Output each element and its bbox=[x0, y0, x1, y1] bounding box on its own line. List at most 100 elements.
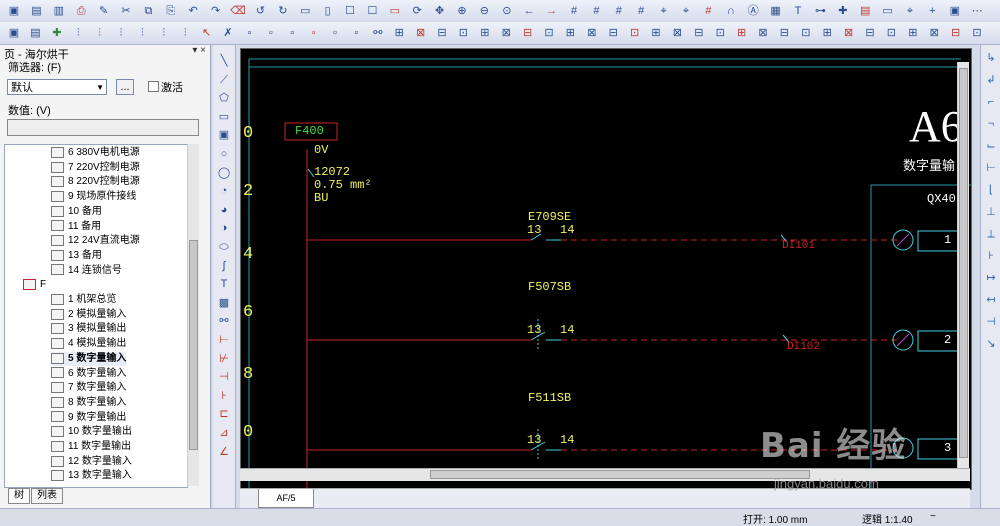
sym24-icon[interactable]: ⊡ bbox=[883, 25, 899, 41]
polygon-tool-icon[interactable]: ⬠ bbox=[216, 90, 232, 106]
text-icon[interactable]: T bbox=[790, 3, 806, 19]
connection-tool-8-icon[interactable]: ⟂ bbox=[984, 227, 998, 241]
connection-tool-9-icon[interactable]: ⊦ bbox=[984, 249, 998, 263]
tree-item[interactable]: 5 数字量输入 bbox=[51, 351, 127, 366]
tree-scrollbar[interactable] bbox=[187, 144, 199, 486]
connection-tool-11-icon[interactable]: ↤ bbox=[984, 293, 998, 307]
sym3-icon[interactable]: ⊟ bbox=[434, 25, 450, 41]
dim2-tool-icon[interactable]: ⊬ bbox=[216, 351, 232, 367]
paste-icon[interactable]: ⎘ bbox=[163, 3, 179, 19]
sym25-icon[interactable]: ⊞ bbox=[905, 25, 921, 41]
tree-item[interactable]: 13 备用 bbox=[51, 249, 102, 263]
value-field[interactable] bbox=[7, 119, 199, 136]
screen-icon[interactable]: ▭ bbox=[387, 3, 403, 19]
tab-tree[interactable]: 树 bbox=[8, 488, 30, 504]
tree-item[interactable]: 12 数字量输入 bbox=[51, 455, 132, 469]
arc3-tool-icon[interactable]: ◑ bbox=[216, 220, 232, 236]
link-icon[interactable]: ⚯ bbox=[370, 25, 386, 41]
tree-scroll-thumb[interactable] bbox=[189, 240, 198, 450]
page-paste-icon[interactable]: ▫ bbox=[284, 25, 300, 41]
delete-icon[interactable]: ✗ bbox=[220, 25, 236, 41]
wire-icon[interactable]: ⊶ bbox=[812, 3, 828, 19]
tree-item[interactable]: 6 380V电机电源 bbox=[51, 146, 140, 160]
select-icon[interactable]: ▣ bbox=[947, 3, 963, 19]
box-icon[interactable]: ▭ bbox=[880, 3, 896, 19]
sym8-icon[interactable]: ⊡ bbox=[541, 25, 557, 41]
sym22-icon[interactable]: ⊠ bbox=[841, 25, 857, 41]
connection-tool-7-icon[interactable]: ⊥ bbox=[984, 205, 998, 219]
image-tool-icon[interactable]: ▩ bbox=[216, 295, 232, 311]
undo-edit-icon[interactable]: ↶ bbox=[185, 3, 201, 19]
dim1-tool-icon[interactable]: ⊢ bbox=[216, 332, 232, 348]
line-tool-icon[interactable]: ╲ bbox=[216, 53, 232, 69]
page-tab-af5[interactable]: AF/5 bbox=[258, 489, 314, 508]
measure-tool-icon[interactable]: ⊿ bbox=[216, 425, 232, 441]
sym4-icon[interactable]: ⊡ bbox=[455, 25, 471, 41]
panel-controls[interactable]: ▾ × bbox=[192, 45, 206, 56]
connection-tool-4-icon[interactable]: ⌙ bbox=[984, 139, 998, 153]
tree-item[interactable]: 9 数字量输出 bbox=[51, 411, 126, 425]
tree-item[interactable]: 11 备用 bbox=[51, 220, 101, 234]
tree-item[interactable]: 7 数字量输入 bbox=[51, 381, 126, 395]
arc-tool-icon[interactable]: ◔ bbox=[216, 183, 232, 199]
sym19-icon[interactable]: ⊟ bbox=[776, 25, 792, 41]
circle-tool-icon[interactable]: ○ bbox=[216, 146, 232, 162]
dim3-tool-icon[interactable]: ⊣ bbox=[216, 369, 232, 385]
grid2-icon[interactable]: # bbox=[588, 3, 604, 19]
zoom-100-icon[interactable]: ⊙ bbox=[499, 3, 515, 19]
tree-item[interactable]: 8 数字量输入 bbox=[51, 396, 126, 410]
canvas-vscroll-thumb[interactable] bbox=[959, 68, 968, 458]
redo-icon[interactable]: ↻ bbox=[275, 3, 291, 19]
circle2-tool-icon[interactable]: ◯ bbox=[216, 165, 232, 181]
ellipse-tool-icon[interactable]: ⬭ bbox=[216, 239, 232, 255]
connection-tool-5-icon[interactable]: ⊢ bbox=[984, 161, 998, 175]
connection-tool-1-icon[interactable]: ↲ bbox=[984, 73, 998, 87]
sym14-icon[interactable]: ⊠ bbox=[669, 25, 685, 41]
filter-select[interactable]: 默认 ▼ bbox=[7, 79, 107, 95]
tab-list[interactable]: 列表 bbox=[31, 488, 63, 504]
sym28-icon[interactable]: ⊡ bbox=[969, 25, 985, 41]
pin3-icon[interactable]: ⫶ bbox=[113, 25, 129, 41]
sym13-icon[interactable]: ⊞ bbox=[648, 25, 664, 41]
tree-item[interactable]: 7 220V控制电源 bbox=[51, 161, 140, 175]
undo-icon[interactable]: ↺ bbox=[252, 3, 268, 19]
plus-icon[interactable]: + bbox=[924, 3, 940, 19]
dim4-tool-icon[interactable]: ⊦ bbox=[216, 388, 232, 404]
angle-tool-icon[interactable]: ∠ bbox=[216, 444, 232, 460]
grid4-icon[interactable]: # bbox=[633, 3, 649, 19]
open-icon[interactable]: ▣ bbox=[6, 25, 22, 41]
io-pin-2[interactable] bbox=[892, 329, 967, 352]
pin5-icon[interactable]: ⫶ bbox=[156, 25, 172, 41]
page-up-icon[interactable]: ▫ bbox=[306, 25, 322, 41]
print-icon[interactable]: ⎙ bbox=[73, 3, 89, 19]
zoom-out-icon[interactable]: ⊖ bbox=[476, 3, 492, 19]
sym10-icon[interactable]: ⊠ bbox=[584, 25, 600, 41]
tree-item[interactable]: 10 备用 bbox=[51, 205, 102, 219]
tree-item[interactable]: 11 数字量输出 bbox=[51, 440, 131, 454]
save-as-icon[interactable]: ▥ bbox=[51, 3, 67, 19]
copy-icon[interactable]: ⧉ bbox=[140, 3, 156, 19]
plugin-icon[interactable]: ✚ bbox=[49, 25, 65, 41]
connection-tool-6-icon[interactable]: ⌊ bbox=[984, 183, 998, 197]
pin2-icon[interactable]: ⫶ bbox=[92, 25, 108, 41]
page-copy-icon[interactable]: ▫ bbox=[263, 25, 279, 41]
connection-tool-12-icon[interactable]: ⊣ bbox=[984, 315, 998, 329]
tree-item[interactable]: F bbox=[23, 278, 46, 292]
auto-icon[interactable]: Ⓐ bbox=[745, 3, 761, 19]
io-pin-1[interactable] bbox=[892, 229, 967, 252]
curve-tool-icon[interactable]: ∫ bbox=[216, 258, 232, 274]
grid-icon[interactable]: # bbox=[566, 3, 582, 19]
sym1-icon[interactable]: ⊞ bbox=[391, 25, 407, 41]
sym26-icon[interactable]: ⊠ bbox=[926, 25, 942, 41]
arrow-sel-icon[interactable]: ↖ bbox=[199, 25, 215, 41]
tree-item[interactable]: 2 模拟量输入 bbox=[51, 308, 126, 322]
canvas-hscroll-thumb[interactable] bbox=[430, 470, 810, 479]
tree-item[interactable]: 6 数字量输入 bbox=[51, 367, 126, 381]
filter-more-button[interactable]: ... bbox=[116, 79, 134, 95]
frame-icon[interactable]: ▦ bbox=[768, 3, 784, 19]
sym15-icon[interactable]: ⊟ bbox=[691, 25, 707, 41]
tree-item[interactable]: 10 数字量输出 bbox=[51, 425, 132, 439]
save-icon[interactable]: ▤ bbox=[28, 3, 44, 19]
tree-item[interactable]: 3 模拟量输出 bbox=[51, 322, 126, 336]
tree-item[interactable]: 9 现场原件接线 bbox=[51, 190, 136, 204]
